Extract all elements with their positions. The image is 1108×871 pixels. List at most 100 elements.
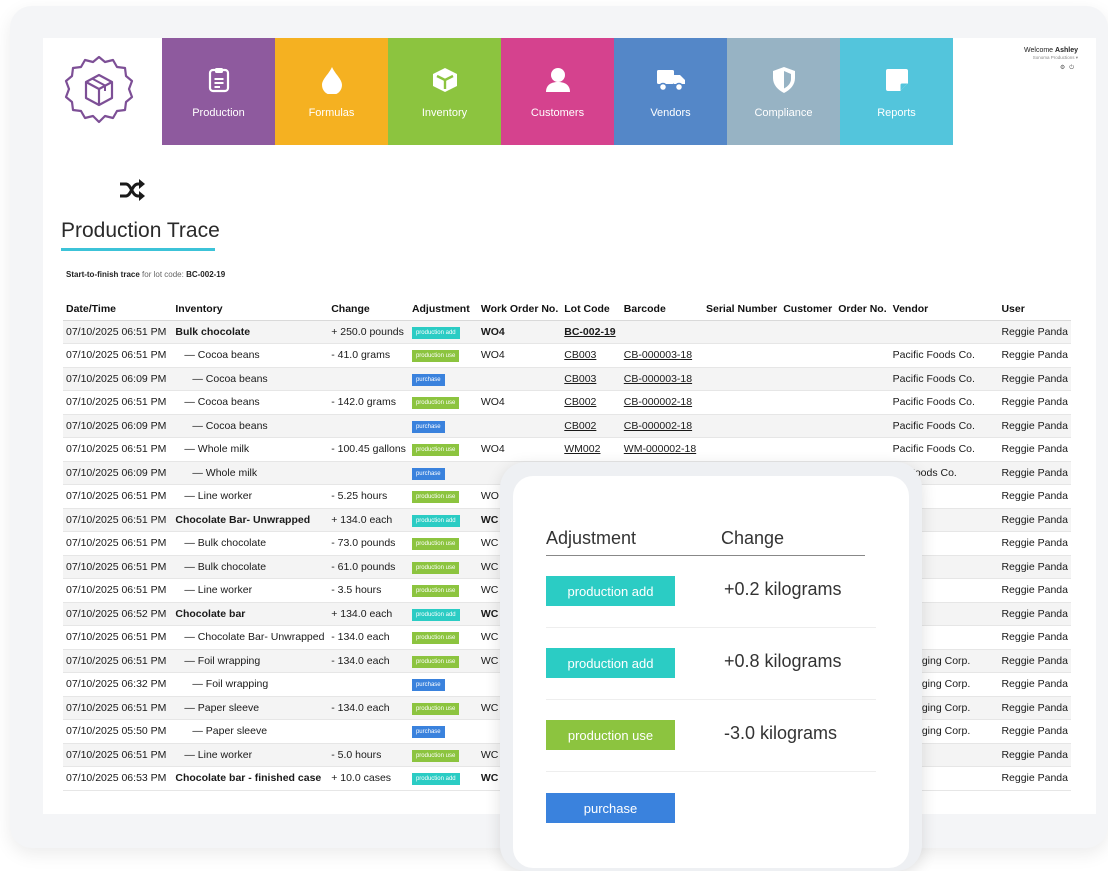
nav-label: Customers [530, 106, 585, 119]
adjustment-badge: production use [411, 632, 460, 645]
cell-barcode[interactable]: WM-000002-18 [620, 437, 703, 462]
main-nav: Production Formulas Inventory Customers … [162, 38, 953, 145]
popup-row: production add +0.8 kilograms [546, 628, 876, 700]
popup-change-value: +0.8 kilograms [724, 651, 842, 671]
cell-change: - 5.25 hours [328, 484, 409, 509]
popup-row: production use -3.0 kilograms [546, 700, 876, 772]
production-add-badge[interactable]: production add [546, 576, 675, 606]
popup-change-value: +0.2 kilograms [724, 579, 842, 599]
cell-user: Reggie Panda [998, 649, 1071, 673]
cell-lot-code[interactable]: CB002 [561, 390, 621, 415]
cell-barcode[interactable]: CB-000002-18 [620, 390, 703, 415]
col-header[interactable]: Barcode [620, 298, 703, 321]
adjustment-popup: Adjustment Change production add +0.2 ki… [500, 462, 922, 871]
cell-change: - 134.0 each [328, 649, 409, 673]
drop-icon [317, 65, 347, 95]
col-header[interactable]: Serial Number [703, 298, 781, 321]
user-menu[interactable]: Welcome Ashley Sonoma Productions ▾ ⚙⏻ [1024, 47, 1078, 72]
col-header[interactable]: Order No. [835, 298, 890, 321]
shield-icon [769, 65, 799, 95]
nav-customers[interactable]: Customers [501, 38, 614, 145]
cell-adjustment: purchase [408, 672, 478, 697]
production-add-badge[interactable]: production add [546, 648, 675, 678]
trace-lot-code: BC-002-19 [186, 270, 226, 279]
table-row[interactable]: 07/10/2025 06:51 PM — Whole milk - 100.4… [63, 437, 1071, 462]
col-header[interactable]: Customer [780, 298, 836, 321]
cell-serial [703, 414, 781, 438]
cell-lot-code[interactable]: WM002 [561, 437, 621, 462]
cell-order [835, 390, 890, 415]
cell-adjustment: production use [408, 555, 478, 579]
cell-user: Reggie Panda [998, 672, 1071, 697]
cell-user: Reggie Panda [998, 414, 1071, 438]
table-row[interactable]: 07/10/2025 06:51 PM — Cocoa beans - 142.… [63, 390, 1071, 415]
cell-user: Reggie Panda [998, 390, 1071, 415]
popup-header-adjustment: Adjustment [546, 528, 637, 548]
company-name[interactable]: Sonoma Productions ▾ [1024, 55, 1078, 61]
adjustment-badge: production add [411, 514, 460, 527]
col-header[interactable]: Adjustment [408, 298, 478, 321]
title-underline [61, 248, 215, 251]
cell-datetime: 07/10/2025 06:51 PM [63, 390, 173, 415]
logout-icon[interactable]: ⏻ [1069, 65, 1078, 71]
app-logo[interactable] [62, 53, 136, 127]
cell-change [328, 367, 409, 391]
cell-lot-code[interactable]: CB003 [561, 367, 621, 391]
cell-lot-code[interactable]: CB003 [561, 343, 621, 368]
cell-inventory: — Line worker [172, 484, 329, 509]
cell-change: - 142.0 grams [328, 390, 409, 415]
col-header[interactable]: User [998, 298, 1071, 321]
production-use-badge[interactable]: production use [546, 720, 675, 750]
table-row[interactable]: 07/10/2025 06:51 PM — Cocoa beans - 41.0… [63, 343, 1071, 368]
cell-user: Reggie Panda [998, 578, 1071, 603]
cell-adjustment: purchase [408, 414, 478, 438]
cell-adjustment: production use [408, 696, 478, 720]
cell-barcode[interactable]: CB-000002-18 [620, 414, 703, 438]
person-icon [543, 65, 573, 95]
user-tools: ⚙⏻ [1024, 64, 1078, 72]
adjustment-badge: production use [411, 585, 460, 598]
col-header[interactable]: Inventory [172, 298, 329, 321]
cell-lot-code[interactable]: BC-002-19 [561, 320, 621, 344]
table-row[interactable]: 07/10/2025 06:09 PM — Cocoa beans purcha… [63, 367, 1071, 391]
nav-compliance[interactable]: Compliance [727, 38, 840, 145]
col-header[interactable]: Work Order No. [477, 298, 562, 321]
nav-vendors[interactable]: Vendors [614, 38, 727, 145]
nav-label: Formulas [308, 106, 355, 119]
cell-adjustment: production use [408, 531, 478, 556]
nav-inventory[interactable]: Inventory [388, 38, 501, 145]
nav-label: Production [192, 106, 245, 119]
col-header[interactable]: Lot Code [561, 298, 621, 321]
adjustment-badge: purchase [411, 679, 445, 692]
col-header[interactable]: Change [328, 298, 409, 321]
cell-vendor: Pacific Foods Co. [889, 390, 999, 415]
cell-user: Reggie Panda [998, 531, 1071, 556]
cell-barcode[interactable] [620, 320, 703, 344]
box-icon [430, 65, 460, 95]
popup-row: purchase [546, 772, 876, 844]
cell-change: - 134.0 each [328, 696, 409, 720]
cell-barcode[interactable]: CB-000003-18 [620, 343, 703, 368]
table-row[interactable]: 07/10/2025 06:09 PM — Cocoa beans purcha… [63, 414, 1071, 438]
adjustment-card: Adjustment Change production add +0.2 ki… [513, 476, 909, 868]
nav-production[interactable]: Production [162, 38, 275, 145]
col-header[interactable]: Vendor [889, 298, 999, 321]
cell-inventory: — Line worker [172, 578, 329, 603]
cell-change: + 250.0 pounds [328, 320, 409, 344]
cell-inventory: — Bulk chocolate [172, 555, 329, 579]
cell-vendor: Pacific Foods Co. [889, 437, 999, 462]
settings-icon[interactable]: ⚙ [1060, 65, 1069, 71]
cell-datetime: 07/10/2025 06:51 PM [63, 649, 173, 673]
table-row[interactable]: 07/10/2025 06:51 PM Bulk chocolate + 250… [63, 320, 1071, 344]
trace-prefix: Start-to-finish trace [66, 270, 140, 279]
col-header[interactable]: Date/Time [63, 298, 173, 321]
cell-datetime: 07/10/2025 06:51 PM [63, 484, 173, 509]
nav-formulas[interactable]: Formulas [275, 38, 388, 145]
nav-reports[interactable]: Reports [840, 38, 953, 145]
cell-inventory: — Whole milk [172, 461, 329, 485]
cell-work-order: WO4 [477, 320, 562, 344]
purchase-badge[interactable]: purchase [546, 793, 675, 823]
cell-barcode[interactable]: CB-000003-18 [620, 367, 703, 391]
cell-lot-code[interactable]: CB002 [561, 414, 621, 438]
cell-vendor: Pacific Foods Co. [889, 343, 999, 368]
